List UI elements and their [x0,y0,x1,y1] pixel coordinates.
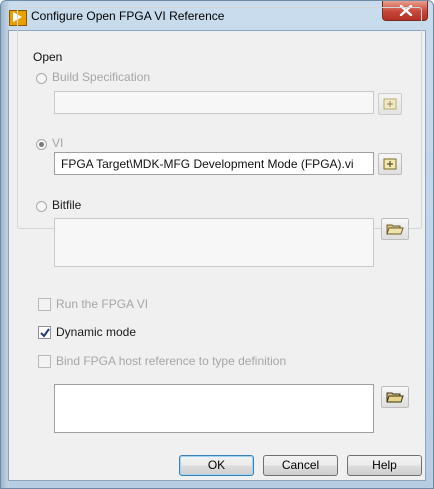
bind-type-def-checkbox[interactable] [38,355,51,368]
browse-file-icon [383,98,397,110]
ok-button[interactable]: OK [179,455,254,476]
run-fpga-vi-checkbox[interactable] [38,298,51,311]
browse-file-icon [383,158,397,170]
vi-browse-button[interactable] [378,153,402,175]
folder-open-icon [386,392,404,403]
checkmark-icon [40,328,50,338]
dynamic-mode-label: Dynamic mode [56,325,137,339]
open-group-legend: Open [30,50,66,64]
help-button[interactable]: Help [347,455,422,476]
type-def-path-field[interactable] [54,384,374,433]
build-spec-label: Build Specification [52,70,151,84]
vi-path-field[interactable]: FPGA Target\MDK-MFG Development Mode (FP… [54,152,374,175]
bitfile-label: Bitfile [52,198,82,212]
bitfile-browse-button[interactable] [381,218,409,240]
cancel-button[interactable]: Cancel [263,455,338,476]
type-def-browse-button[interactable] [381,386,409,408]
vi-label: VI [52,136,64,150]
vi-radio[interactable] [36,139,47,150]
bitfile-radio[interactable] [36,201,47,212]
bind-type-def-label: Bind FPGA host reference to type definit… [56,354,287,368]
build-spec-browse-button[interactable] [378,93,402,115]
build-spec-radio[interactable] [36,73,47,84]
open-group [17,7,422,229]
dynamic-mode-checkbox[interactable] [38,326,51,339]
vi-path-value: FPGA Target\MDK-MFG Development Mode (FP… [61,157,354,171]
folder-open-icon [386,224,404,235]
run-fpga-vi-label: Run the FPGA VI [56,297,149,311]
build-spec-field [54,91,374,114]
bitfile-path-field[interactable] [54,218,374,267]
